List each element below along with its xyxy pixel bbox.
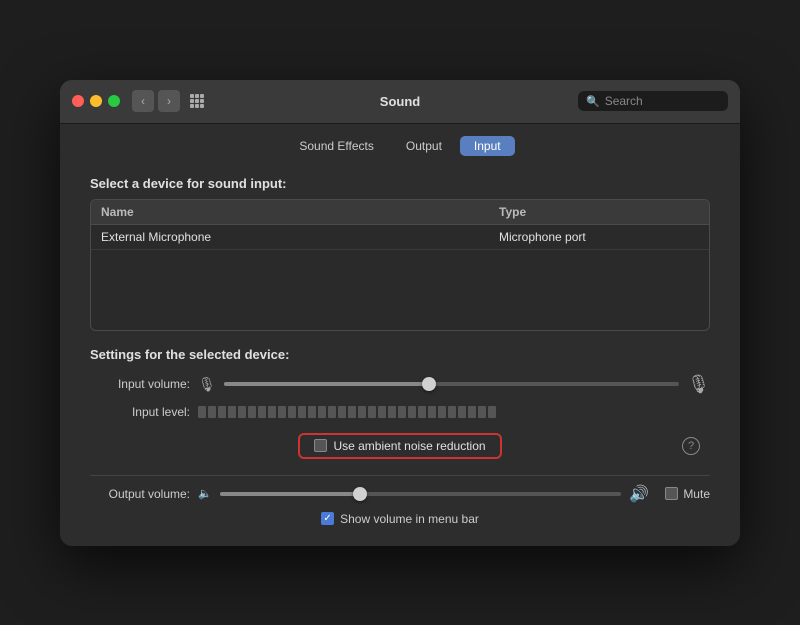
menu-bar-row: Show volume in menu bar bbox=[90, 512, 710, 526]
mic-high-icon: 🎙 bbox=[687, 374, 710, 395]
level-bar-22 bbox=[408, 406, 416, 418]
level-bar-8 bbox=[268, 406, 276, 418]
volume-low-icon: 🔈 bbox=[198, 487, 212, 500]
table-row[interactable]: External Microphone Microphone port bbox=[91, 225, 709, 250]
level-bar-5 bbox=[238, 406, 246, 418]
main-window: ‹ › Sound 🔍 Sound Effects Output I bbox=[60, 80, 740, 546]
nav-buttons: ‹ › bbox=[132, 90, 180, 112]
tab-sound-effects[interactable]: Sound Effects bbox=[285, 136, 388, 156]
window-title: Sound bbox=[380, 94, 420, 109]
level-bar-4 bbox=[228, 406, 236, 418]
level-bar-20 bbox=[388, 406, 396, 418]
level-bar-18 bbox=[368, 406, 376, 418]
level-bar-21 bbox=[398, 406, 406, 418]
content-area: Select a device for sound input: Name Ty… bbox=[60, 166, 740, 546]
menu-bar-checkbox[interactable] bbox=[321, 512, 334, 525]
mute-label: Mute bbox=[683, 487, 710, 501]
level-bar-19 bbox=[378, 406, 386, 418]
search-input[interactable] bbox=[605, 94, 720, 108]
slider-track bbox=[224, 382, 679, 386]
level-bar-16 bbox=[348, 406, 356, 418]
level-bar-7 bbox=[258, 406, 266, 418]
level-bar-28 bbox=[468, 406, 476, 418]
settings-section: Settings for the selected device: Input … bbox=[90, 347, 710, 526]
level-bar-6 bbox=[248, 406, 256, 418]
forward-button[interactable]: › bbox=[158, 90, 180, 112]
grid-button[interactable] bbox=[186, 90, 208, 112]
maximize-button[interactable] bbox=[108, 95, 120, 107]
table-header: Name Type bbox=[91, 200, 709, 225]
output-volume-slider[interactable] bbox=[220, 486, 622, 502]
level-bar-30 bbox=[488, 406, 496, 418]
noise-reduction-box: Use ambient noise reduction bbox=[298, 433, 501, 459]
noise-reduction-label: Use ambient noise reduction bbox=[333, 439, 485, 453]
table-empty-area bbox=[91, 250, 709, 330]
search-box: 🔍 bbox=[578, 91, 728, 111]
noise-reduction-row: Use ambient noise reduction ? bbox=[90, 433, 710, 459]
level-bar-15 bbox=[338, 406, 346, 418]
tab-bar: Sound Effects Output Input bbox=[60, 124, 740, 166]
search-icon: 🔍 bbox=[586, 95, 600, 108]
help-icon[interactable]: ? bbox=[682, 437, 700, 455]
slider-thumb[interactable] bbox=[422, 377, 436, 391]
level-bar-26 bbox=[448, 406, 456, 418]
col-name-header: Name bbox=[101, 205, 499, 219]
device-name: External Microphone bbox=[101, 230, 499, 244]
level-bar-1 bbox=[198, 406, 206, 418]
volume-high-icon: 🔊 bbox=[629, 484, 649, 504]
tab-output[interactable]: Output bbox=[392, 136, 456, 156]
output-slider-thumb[interactable] bbox=[353, 487, 367, 501]
settings-title: Settings for the selected device: bbox=[90, 347, 710, 362]
output-volume-label: Output volume: bbox=[90, 487, 190, 501]
menu-bar-label: Show volume in menu bar bbox=[340, 512, 479, 526]
divider bbox=[90, 475, 710, 476]
mute-area: Mute bbox=[665, 487, 710, 501]
level-bar-23 bbox=[418, 406, 426, 418]
level-bar-9 bbox=[278, 406, 286, 418]
output-volume-row: Output volume: 🔈 🔊 Mute bbox=[90, 484, 710, 504]
titlebar: ‹ › Sound 🔍 bbox=[60, 80, 740, 124]
back-button[interactable]: ‹ bbox=[132, 90, 154, 112]
mute-checkbox[interactable] bbox=[665, 487, 678, 500]
input-volume-label: Input volume: bbox=[90, 377, 190, 391]
col-type-header: Type bbox=[499, 205, 699, 219]
noise-reduction-checkbox[interactable] bbox=[314, 439, 327, 452]
level-bar-11 bbox=[298, 406, 306, 418]
device-table: Name Type External Microphone Microphone… bbox=[90, 199, 710, 331]
level-bar-10 bbox=[288, 406, 296, 418]
level-bar-13 bbox=[318, 406, 326, 418]
output-slider-fill bbox=[220, 492, 361, 496]
input-volume-row: Input volume: 🎙 🎙 bbox=[90, 374, 710, 395]
level-bar-2 bbox=[208, 406, 216, 418]
tab-input[interactable]: Input bbox=[460, 136, 515, 156]
level-bar-12 bbox=[308, 406, 316, 418]
level-bar-14 bbox=[328, 406, 336, 418]
level-bar-29 bbox=[478, 406, 486, 418]
level-bar-17 bbox=[358, 406, 366, 418]
input-volume-slider[interactable] bbox=[224, 376, 679, 392]
level-bar-3 bbox=[218, 406, 226, 418]
device-section-title: Select a device for sound input: bbox=[90, 176, 710, 191]
level-bar-27 bbox=[458, 406, 466, 418]
traffic-lights bbox=[72, 95, 120, 107]
output-slider-track bbox=[220, 492, 622, 496]
mic-low-icon: 🎙 bbox=[198, 376, 216, 393]
level-bar-24 bbox=[428, 406, 436, 418]
device-type: Microphone port bbox=[499, 230, 699, 244]
close-button[interactable] bbox=[72, 95, 84, 107]
level-bar-25 bbox=[438, 406, 446, 418]
minimize-button[interactable] bbox=[90, 95, 102, 107]
slider-fill bbox=[224, 382, 429, 386]
input-level-row: Input level: bbox=[90, 405, 710, 419]
level-bars bbox=[198, 406, 710, 418]
input-level-label: Input level: bbox=[90, 405, 190, 419]
